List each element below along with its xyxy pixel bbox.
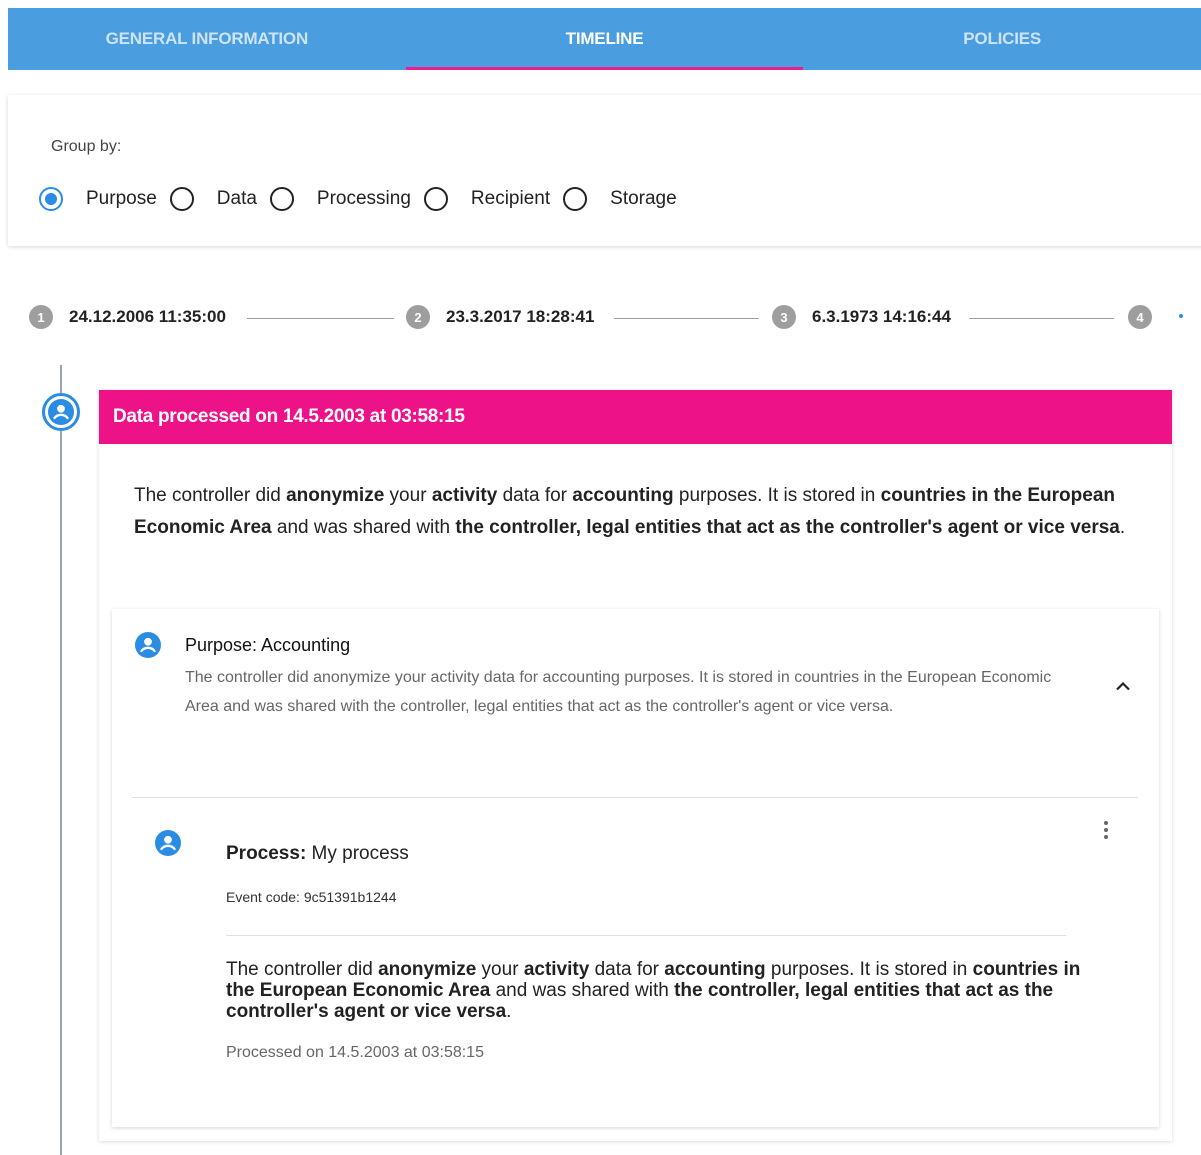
group-by-options: Purpose Data Processing Recipient Storag… — [39, 187, 690, 211]
purpose-description: The controller did anonymize your activi… — [185, 669, 1052, 715]
more-vert-icon — [1104, 821, 1108, 825]
process-label: Process: — [226, 843, 307, 864]
radio-data[interactable]: Data — [169, 187, 270, 211]
more-options-button[interactable] — [1097, 816, 1115, 844]
account-circle-icon — [48, 399, 74, 425]
radio-label: Purpose — [86, 188, 157, 209]
summary-text: . — [1119, 517, 1126, 538]
purpose-card: Purpose: Accounting The controller did a… — [112, 609, 1159, 1127]
radio-button-icon[interactable] — [563, 187, 588, 211]
summary-purpose: accounting — [572, 485, 674, 506]
processed-on: Processed on 14.5.2003 at 03:58:15 — [226, 1044, 484, 1061]
summary-text: data for — [497, 485, 573, 506]
event-summary: The controller did anonymize your activi… — [134, 480, 1134, 544]
summary-text: and was shared with — [490, 980, 675, 1001]
timeline-stepper: 1 24.12.2006 11:35:00 2 23.3.2017 18:28:… — [29, 305, 1201, 333]
summary-data: activity — [523, 959, 590, 980]
step-1[interactable]: 1 24.12.2006 11:35:00 — [29, 305, 226, 329]
summary-action: anonymize — [378, 959, 477, 980]
step-date: 24.12.2006 11:35:00 — [69, 307, 226, 326]
summary-text: your — [384, 485, 432, 506]
summary-text: and was shared with — [271, 517, 456, 538]
radio-button-icon[interactable] — [423, 187, 448, 211]
radio-storage[interactable]: Storage — [563, 187, 690, 211]
chevron-up-icon — [1116, 681, 1130, 691]
step-4[interactable]: 4 — [1128, 305, 1168, 329]
section-divider — [132, 797, 1138, 798]
event-card: Data processed on 14.5.2003 at 03:58:15 … — [99, 390, 1172, 1141]
summary-text: data for — [589, 959, 665, 980]
process-name: My process — [306, 843, 409, 864]
step-date: 23.3.2017 18:28:41 — [446, 307, 595, 326]
radio-label: Processing — [316, 188, 411, 209]
radio-label: Storage — [610, 188, 677, 209]
summary-text: your — [476, 959, 524, 980]
purpose-title: Purpose: Accounting — [185, 635, 351, 655]
event-code: Event code: 9c51391b1244 — [226, 889, 397, 905]
event-header: Data processed on 14.5.2003 at 03:58:15 — [99, 390, 1172, 444]
step-connector — [614, 318, 759, 319]
step-3[interactable]: 3 6.3.1973 14:16:44 — [772, 305, 951, 329]
step-overflow-indicator — [1179, 314, 1183, 318]
radio-purpose[interactable]: Purpose — [39, 187, 170, 211]
step-number: 4 — [1128, 305, 1152, 329]
summary-text: The controller did — [134, 485, 287, 506]
tab-general-information[interactable]: GENERAL INFORMATION — [8, 8, 406, 70]
step-number: 2 — [406, 305, 430, 329]
step-number: 1 — [29, 305, 53, 329]
account-circle-icon — [155, 830, 181, 861]
step-connector — [969, 318, 1114, 319]
process-summary: The controller did anonymize your activi… — [226, 959, 1086, 1022]
collapse-button[interactable] — [1110, 673, 1136, 699]
tab-policies[interactable]: POLICIES — [803, 8, 1201, 70]
summary-text: purposes. It is stored in — [673, 485, 881, 506]
process-title: Process: My process — [226, 843, 409, 865]
summary-purpose: accounting — [664, 959, 766, 980]
step-number: 3 — [772, 305, 796, 329]
radio-recipient[interactable]: Recipient — [423, 187, 563, 211]
radio-button-icon[interactable] — [169, 187, 194, 211]
group-by-label: Group by: — [51, 138, 122, 155]
radio-button-icon[interactable] — [39, 187, 63, 211]
summary-text: . — [506, 1001, 512, 1022]
tab-bar: GENERAL INFORMATION TIMELINE POLICIES — [8, 8, 1201, 70]
step-date: 6.3.1973 14:16:44 — [812, 307, 951, 326]
summary-action: anonymize — [286, 485, 385, 506]
summary-text: The controller did — [226, 959, 379, 980]
summary-text: purposes. It is stored in — [765, 959, 973, 980]
radio-label: Data — [216, 188, 257, 209]
process-divider — [226, 935, 1066, 936]
timeline-marker — [42, 393, 80, 431]
radio-button-icon[interactable] — [269, 187, 294, 211]
summary-data: activity — [431, 485, 498, 506]
timeline-line — [60, 365, 62, 1155]
radio-label: Recipient — [470, 188, 551, 209]
account-circle-icon — [135, 632, 161, 663]
radio-processing[interactable]: Processing — [269, 187, 424, 211]
step-2[interactable]: 2 23.3.2017 18:28:41 — [406, 305, 594, 329]
group-by-card: Group by: Purpose Data Processing Recipi… — [8, 95, 1201, 246]
tab-timeline[interactable]: TIMELINE — [405, 8, 804, 70]
summary-recipient: the controller, legal entities that act … — [455, 517, 1120, 538]
step-connector — [247, 318, 394, 319]
